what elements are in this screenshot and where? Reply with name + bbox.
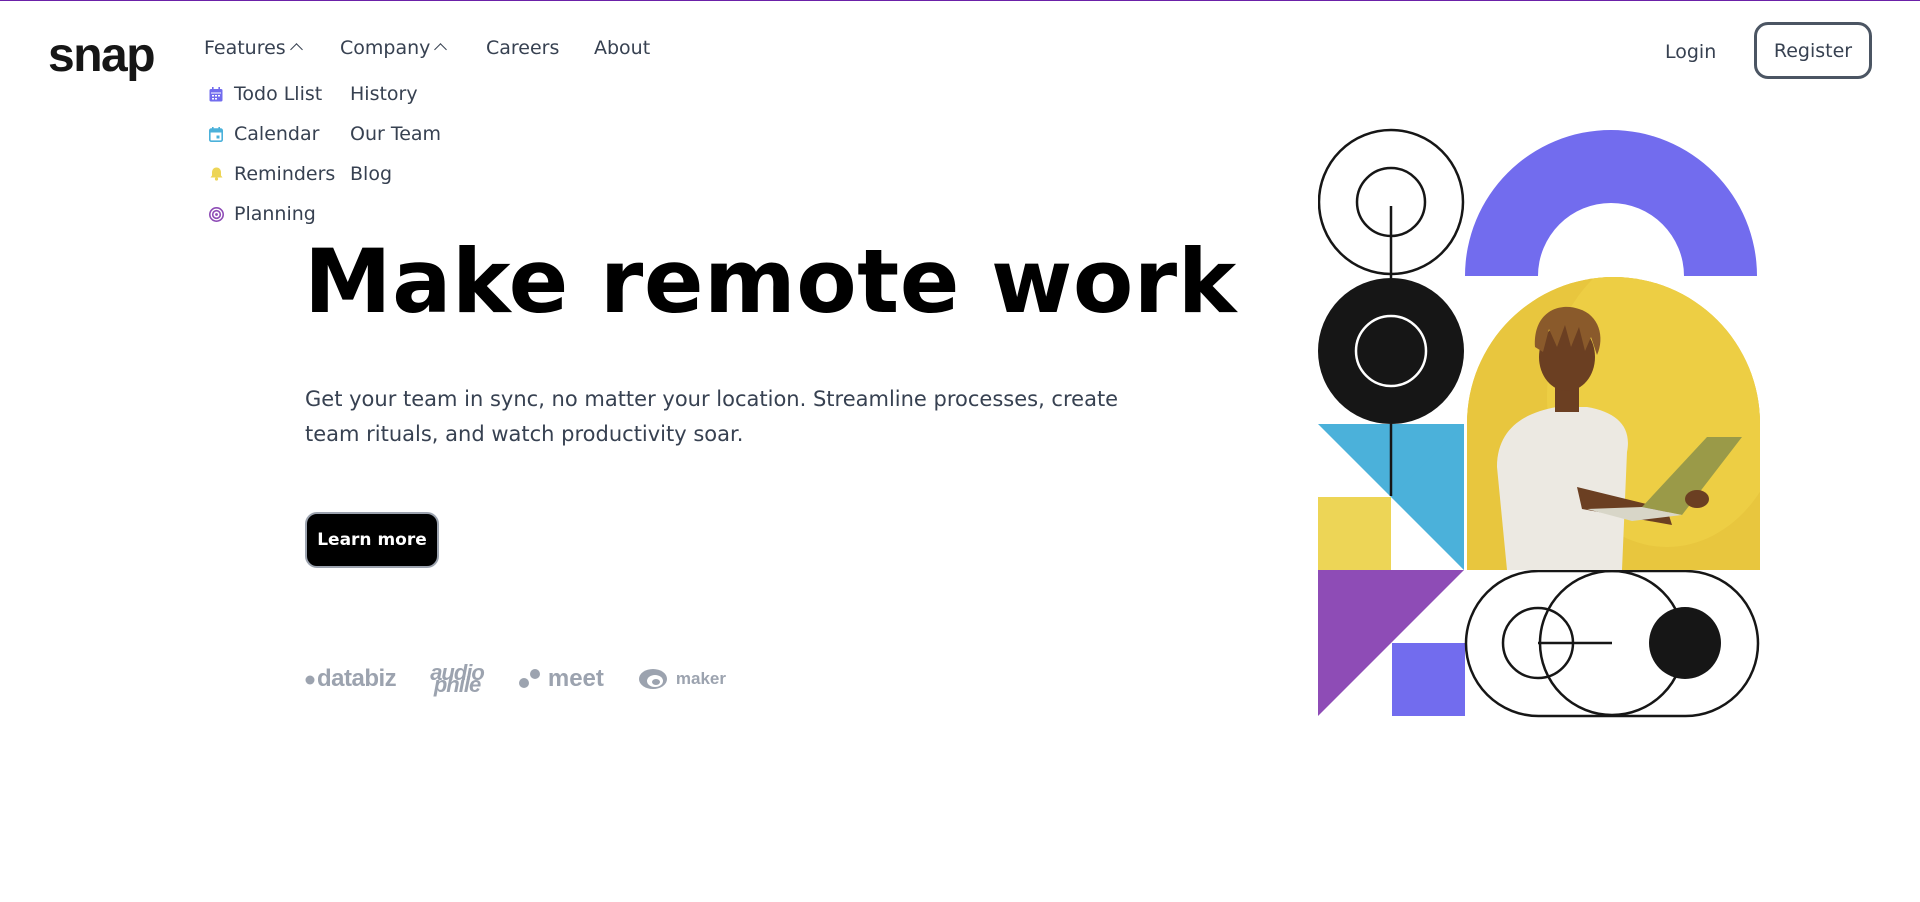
learn-more-button[interactable]: Learn more [305,512,439,568]
person-illustration [1467,277,1760,570]
audiophile-logo-bottom: phile [433,672,481,697]
yellow-square-shape [1318,497,1391,570]
features-item-label: Calendar [234,123,320,145]
nav-company-label: Company [340,37,431,59]
company-item-blog[interactable]: Blog [350,154,441,194]
chevron-up-icon [289,43,303,56]
features-item-label: Reminders [234,163,336,185]
nav-features[interactable]: Features [204,36,303,60]
pill-shape [1464,569,1760,718]
client-logos: databiz audio phile meet maker [305,662,726,697]
features-item-planning[interactable]: Planning [208,194,335,234]
calendar-grid-icon [208,86,224,102]
features-dropdown: Todo Llist Calendar Reminders Planning [208,74,335,234]
top-accent-line [0,0,1920,1]
purple-arch-shape [1465,130,1757,276]
features-item-reminders[interactable]: Reminders [208,154,335,194]
nav-features-label: Features [204,37,286,59]
meet-logo-text: meet [547,665,604,692]
person-with-laptop-image [1467,277,1760,570]
purple-square-shape [1392,643,1465,716]
login-link[interactable]: Login [1665,40,1716,64]
outline-circle-shape [1318,128,1465,278]
black-circle-shape [1318,278,1464,424]
bell-icon [208,166,224,182]
chevron-up-icon [434,43,448,56]
features-item-label: Todo Llist [234,83,323,105]
snap-logo[interactable]: snap [48,28,156,84]
audiophile-logo: audio phile [430,662,485,697]
maker-logo: maker [638,668,726,690]
nav-careers[interactable]: Careers [486,36,559,60]
company-item-our-team[interactable]: Our Team [350,114,441,154]
company-item-history[interactable]: History [350,74,441,114]
features-item-label: Planning [234,203,316,225]
nav-about[interactable]: About [594,36,650,60]
databiz-logo-text: databiz [317,665,397,692]
features-item-todo-list[interactable]: Todo Llist [208,74,335,114]
databiz-logo: databiz [305,665,397,693]
hero-title: Make remote work [304,230,1237,333]
register-button[interactable]: Register [1754,22,1872,79]
features-item-calendar[interactable]: Calendar [208,114,335,154]
maker-logo-text: maker [675,669,726,688]
calendar-icon [208,126,224,142]
target-icon [208,206,224,222]
nav-company[interactable]: Company [340,36,448,60]
company-dropdown: History Our Team Blog [350,74,441,194]
hero-description: Get your team in sync, no matter your lo… [305,387,1119,446]
meet-logo: meet [518,665,604,693]
